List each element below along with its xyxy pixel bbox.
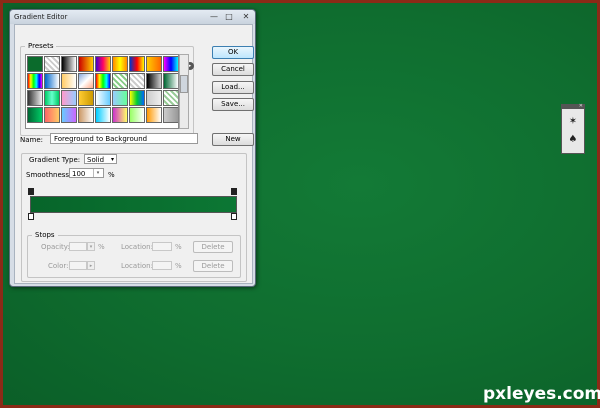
presets-scrollbar[interactable] bbox=[179, 54, 189, 129]
color-location-input[interactable] bbox=[152, 261, 172, 270]
opacity-spin-icon[interactable]: ▾ bbox=[87, 242, 95, 251]
preset-swatch[interactable] bbox=[44, 107, 60, 123]
smoothness-unit: % bbox=[108, 171, 115, 179]
gradient-preview-bar[interactable] bbox=[30, 196, 237, 213]
preset-swatch[interactable] bbox=[112, 90, 128, 106]
preset-swatch[interactable] bbox=[61, 90, 77, 106]
opacity-stop-right[interactable] bbox=[231, 188, 237, 195]
close-button[interactable]: ✕ bbox=[239, 11, 253, 22]
dialog-body: Presets ▸ OK Cancel Load... Save... Name… bbox=[14, 24, 254, 284]
preset-swatches bbox=[25, 54, 179, 129]
delete-opacity-stop-button[interactable]: Delete bbox=[193, 241, 233, 253]
save-button[interactable]: Save... bbox=[212, 98, 254, 111]
name-label: Name: bbox=[20, 136, 44, 144]
watermark: pxleyes.com bbox=[483, 384, 600, 404]
preset-swatch[interactable] bbox=[95, 73, 111, 89]
preset-swatch[interactable] bbox=[27, 107, 43, 123]
cancel-button[interactable]: Cancel bbox=[212, 63, 254, 76]
delete-color-stop-button[interactable]: Delete bbox=[193, 260, 233, 272]
window-title: Gradient Editor bbox=[14, 13, 68, 21]
preset-swatch[interactable] bbox=[78, 56, 94, 72]
preset-swatch[interactable] bbox=[95, 90, 111, 106]
smoothness-input[interactable]: 100 ▾ bbox=[69, 168, 104, 178]
preset-swatch[interactable] bbox=[129, 73, 145, 89]
opacity-location-input[interactable] bbox=[152, 242, 172, 251]
preset-swatch[interactable] bbox=[146, 73, 162, 89]
maximize-button[interactable]: □ bbox=[222, 11, 236, 22]
preset-swatch[interactable] bbox=[129, 107, 145, 123]
preset-swatch[interactable] bbox=[27, 73, 43, 89]
load-button[interactable]: Load... bbox=[212, 81, 254, 94]
presets-legend: Presets bbox=[28, 42, 54, 50]
color-stop-left[interactable] bbox=[28, 213, 34, 220]
ok-button[interactable]: OK bbox=[212, 46, 254, 59]
color-location-label: Location: bbox=[121, 262, 153, 270]
color-label: Color: bbox=[48, 262, 69, 270]
smoothness-value: 100 bbox=[72, 170, 86, 178]
opacity-location-unit: % bbox=[175, 243, 182, 251]
title-bar[interactable]: Gradient Editor — □ ✕ bbox=[10, 10, 255, 24]
preset-swatch[interactable] bbox=[78, 107, 94, 123]
preset-swatch[interactable] bbox=[78, 73, 94, 89]
preset-swatch[interactable] bbox=[112, 56, 128, 72]
preset-swatch[interactable] bbox=[44, 73, 60, 89]
preset-swatch[interactable] bbox=[163, 73, 178, 89]
magic-wand-icon[interactable]: ✶ bbox=[566, 115, 580, 129]
preset-swatch[interactable] bbox=[78, 90, 94, 106]
smoothness-arrow-icon[interactable]: ▾ bbox=[93, 169, 102, 177]
presets-group: Presets ▸ bbox=[20, 42, 194, 136]
color-swatch[interactable] bbox=[69, 261, 87, 270]
preset-swatch[interactable] bbox=[44, 90, 60, 106]
stops-legend: Stops bbox=[35, 231, 55, 239]
scroll-thumb[interactable] bbox=[180, 75, 188, 93]
opacity-unit: % bbox=[98, 243, 105, 251]
preset-swatch[interactable] bbox=[146, 90, 162, 106]
preset-swatch[interactable] bbox=[61, 73, 77, 89]
preset-swatch[interactable] bbox=[129, 56, 145, 72]
smoothness-label: Smoothness: bbox=[26, 171, 72, 179]
new-button[interactable]: New bbox=[212, 133, 254, 146]
opacity-input[interactable] bbox=[69, 242, 87, 251]
gradient-editor-dialog: Gradient Editor — □ ✕ Presets ▸ OK Cance… bbox=[9, 9, 256, 287]
color-arrow-icon[interactable]: ▸ bbox=[87, 261, 95, 270]
preset-swatch[interactable] bbox=[27, 56, 43, 72]
preset-swatch[interactable] bbox=[146, 107, 162, 123]
opacity-label: Opacity: bbox=[41, 243, 70, 251]
minimize-button[interactable]: — bbox=[207, 11, 221, 22]
tool-panel: ✕ ✶ ♠ bbox=[561, 103, 585, 154]
gradient-type-label: Gradient Type: bbox=[29, 156, 81, 164]
preset-swatch[interactable] bbox=[112, 107, 128, 123]
color-location-unit: % bbox=[175, 262, 182, 270]
color-stop-right[interactable] bbox=[231, 213, 237, 220]
dropdown-arrow-icon: ▾ bbox=[110, 156, 114, 163]
opacity-location-label: Location: bbox=[121, 243, 153, 251]
panel-close-icon[interactable]: ✕ bbox=[579, 103, 583, 109]
preset-swatch[interactable] bbox=[44, 56, 60, 72]
name-input[interactable]: Foreground to Background bbox=[50, 133, 198, 144]
preset-swatch[interactable] bbox=[61, 107, 77, 123]
preset-swatch[interactable] bbox=[163, 90, 178, 106]
preset-swatch[interactable] bbox=[27, 90, 43, 106]
gradient-type-value: Solid bbox=[87, 156, 105, 164]
preset-swatch[interactable] bbox=[146, 56, 162, 72]
preset-swatch[interactable] bbox=[163, 56, 178, 72]
preset-swatch[interactable] bbox=[129, 90, 145, 106]
paint-bucket-icon[interactable]: ♠ bbox=[566, 133, 580, 147]
gradient-type-select[interactable]: Solid ▾ bbox=[84, 154, 117, 164]
preset-swatch[interactable] bbox=[61, 56, 77, 72]
panel-drag-bar[interactable]: ✕ bbox=[562, 103, 584, 109]
opacity-stop-left[interactable] bbox=[28, 188, 34, 195]
preset-swatch[interactable] bbox=[163, 107, 178, 123]
preset-swatch[interactable] bbox=[95, 56, 111, 72]
preset-swatch[interactable] bbox=[95, 107, 111, 123]
preset-swatch[interactable] bbox=[112, 73, 128, 89]
